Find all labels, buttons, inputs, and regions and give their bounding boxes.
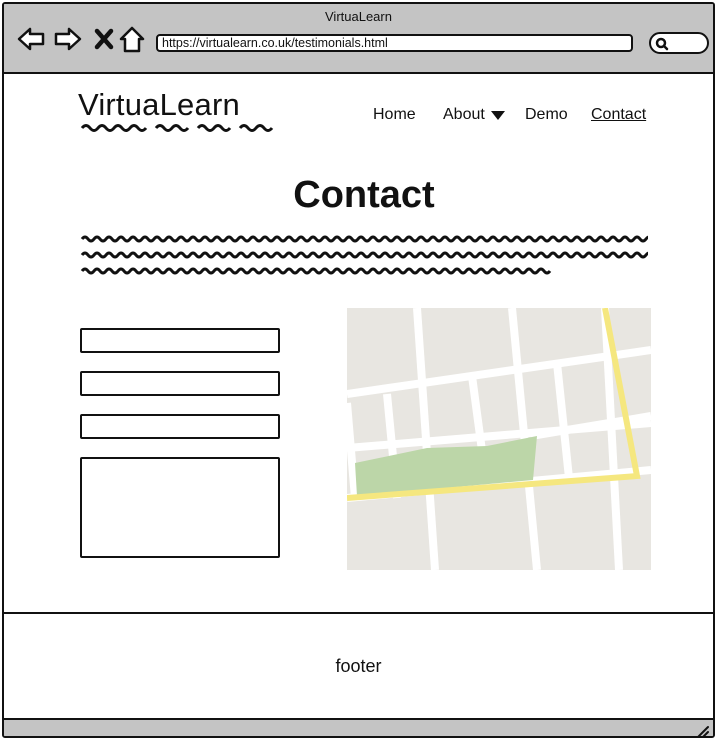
intro-text-scribble — [80, 235, 648, 275]
site-logo[interactable]: VirtuaLearn — [78, 87, 240, 123]
footer-text: footer — [335, 656, 382, 676]
search-icon — [655, 37, 669, 51]
tagline-scribble — [80, 124, 274, 132]
page-title: Contact — [293, 174, 435, 216]
back-arrow-icon[interactable] — [16, 24, 46, 54]
home-icon[interactable] — [117, 24, 147, 54]
contact-email-field[interactable] — [80, 371, 280, 396]
nav-about[interactable]: About — [443, 106, 485, 124]
chevron-down-icon[interactable] — [490, 109, 506, 121]
close-x-icon[interactable] — [90, 24, 120, 54]
address-bar[interactable]: https://virtualearn.co.uk/testimonials.h… — [156, 34, 633, 52]
nav-home[interactable]: Home — [373, 106, 416, 124]
browser-status-bar — [4, 718, 713, 738]
resize-grip-icon[interactable] — [695, 724, 709, 738]
nav-contact[interactable]: Contact — [591, 106, 646, 124]
browser-search-field[interactable] — [649, 32, 709, 54]
nav-demo[interactable]: Demo — [525, 106, 568, 124]
window-title: VirtuaLearn — [325, 9, 392, 24]
forward-arrow-icon[interactable] — [53, 24, 83, 54]
contact-subject-field[interactable] — [80, 414, 280, 439]
url-text: https://virtualearn.co.uk/testimonials.h… — [162, 36, 388, 50]
browser-toolbar: VirtuaLearn https://virtualearn.co.uk/te… — [4, 4, 713, 74]
contact-message-textarea[interactable] — [80, 457, 280, 558]
location-map[interactable] — [347, 308, 651, 570]
contact-name-field[interactable] — [80, 328, 280, 353]
browser-window: VirtuaLearn https://virtualearn.co.uk/te… — [2, 2, 715, 738]
